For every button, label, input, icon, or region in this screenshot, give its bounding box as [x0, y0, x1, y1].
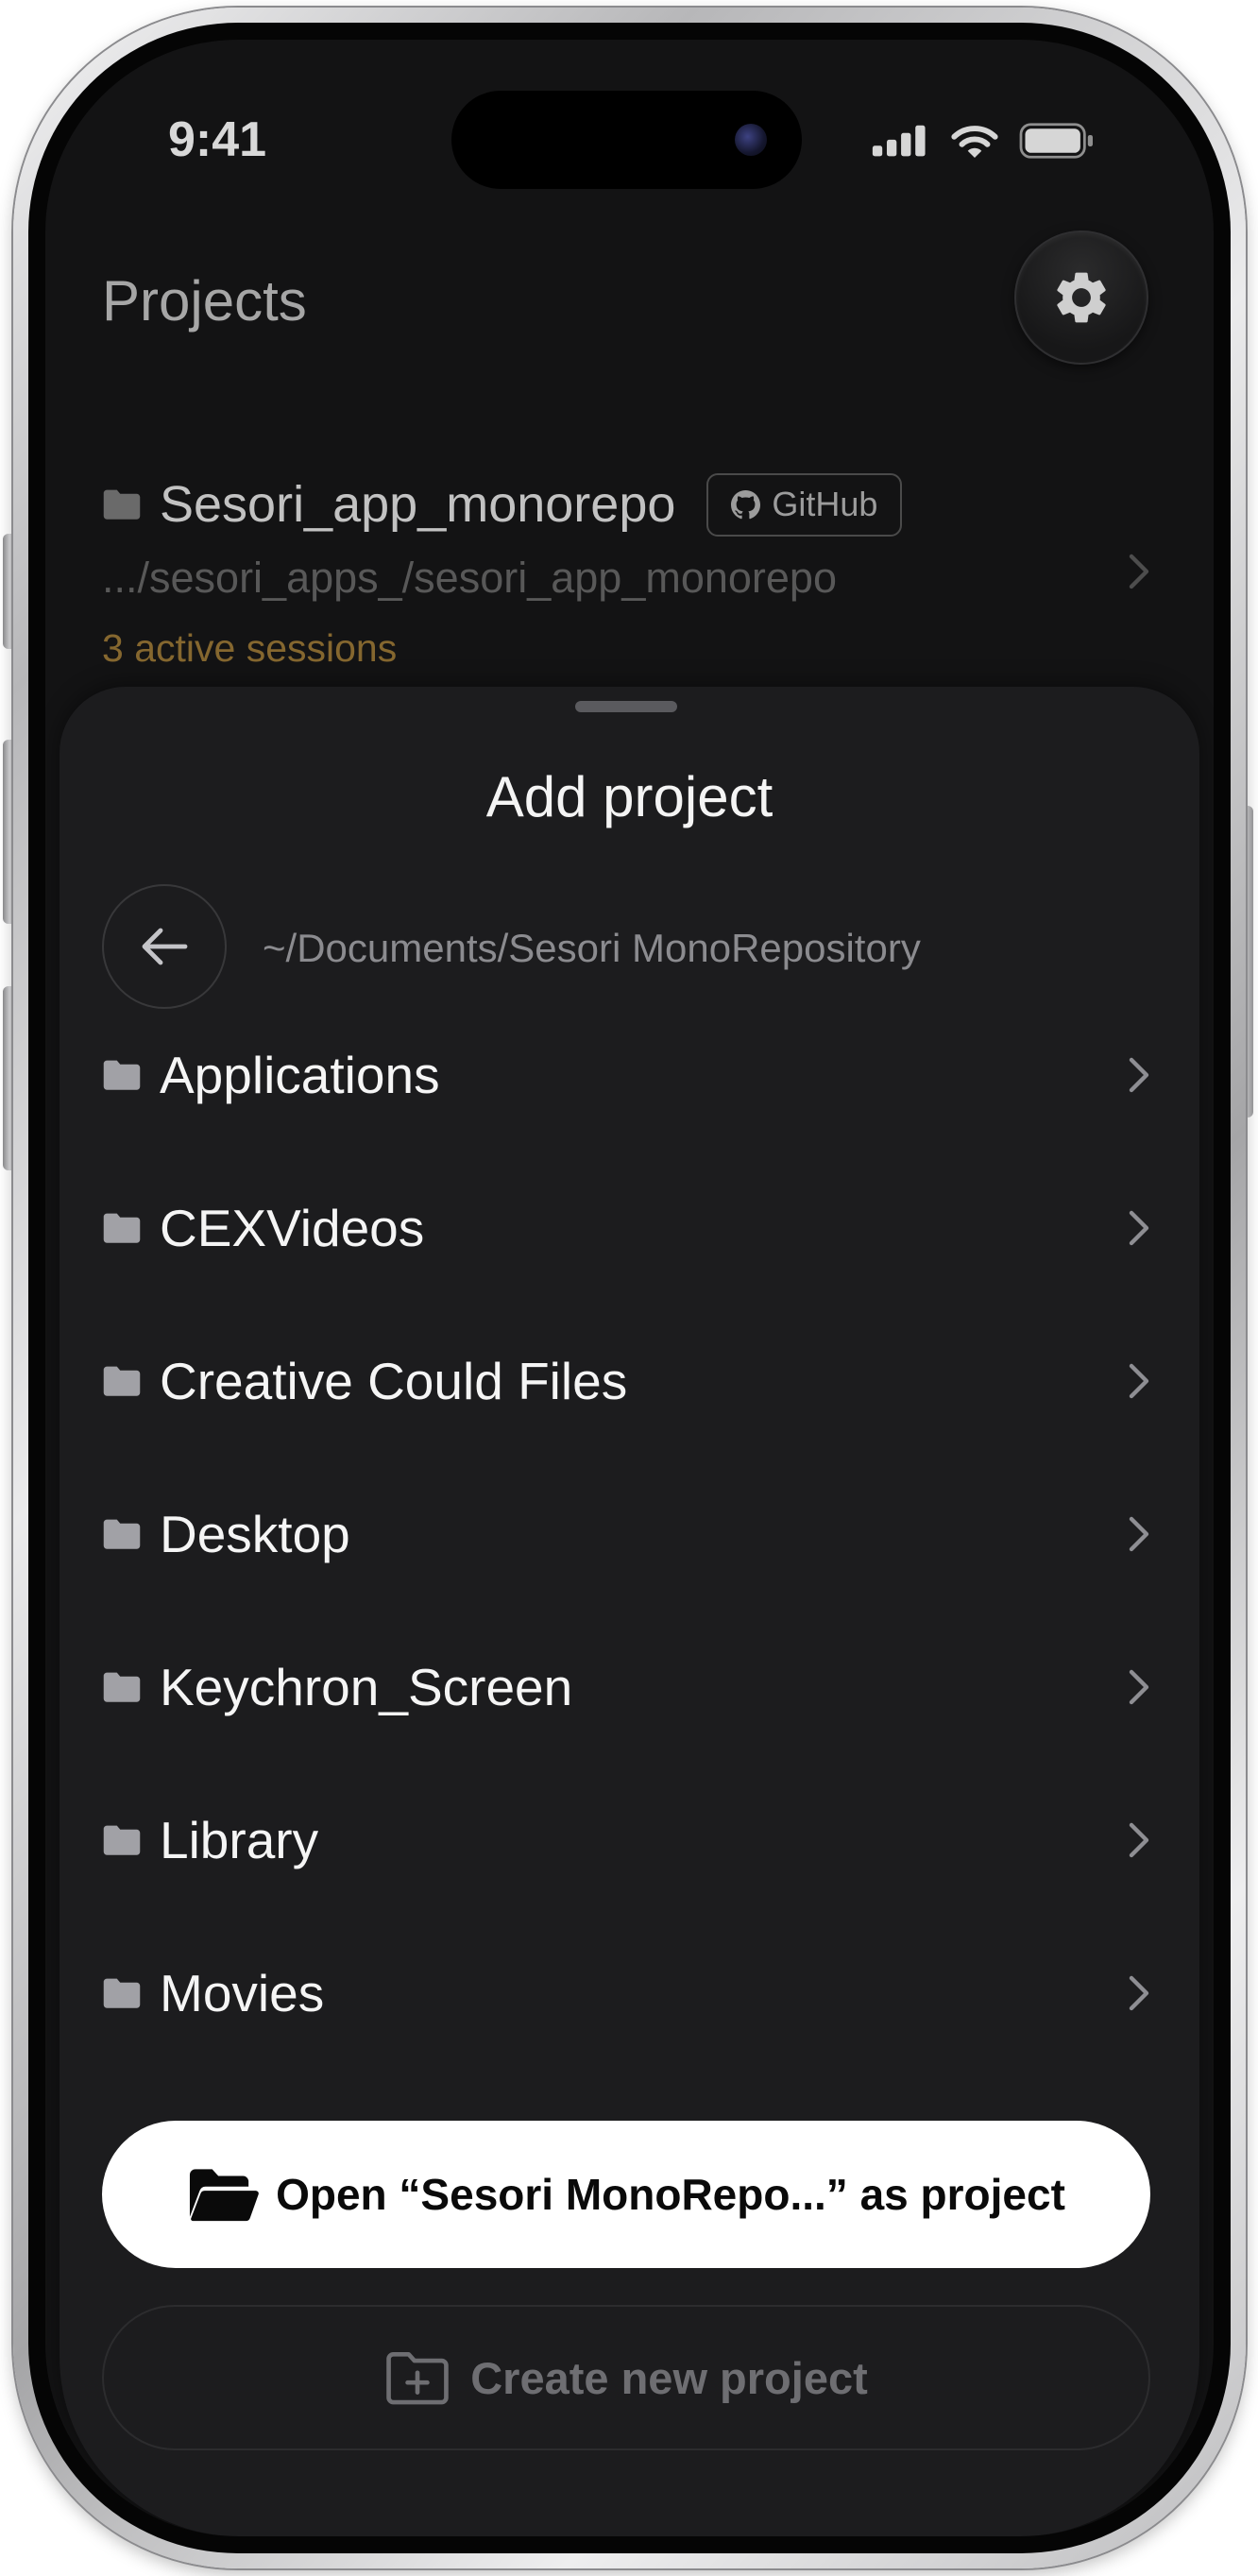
folder-name: CEXVideos	[160, 1199, 425, 1257]
active-sessions-count: 3 active sessions	[102, 626, 398, 670]
folder-icon	[103, 1519, 141, 1549]
list-item[interactable]: Applications	[60, 998, 1199, 1152]
chevron-right-icon[interactable]	[1128, 553, 1150, 590]
device-mockup: 9:41 Projects Sesori_app_monorepo GitHub…	[0, 0, 1258, 2576]
folder-plus-icon	[386, 2352, 450, 2405]
folder-icon	[103, 1060, 141, 1090]
sheet-grabber[interactable]	[575, 701, 677, 712]
create-new-project-button[interactable]: Create new project	[102, 2305, 1150, 2450]
screen: 9:41 Projects Sesori_app_monorepo GitHub…	[45, 40, 1214, 2536]
battery-icon	[1019, 123, 1093, 159]
page-title: Projects	[102, 269, 307, 333]
project-card-header[interactable]: Sesori_app_monorepo GitHub	[102, 472, 903, 537]
project-path: .../sesori_apps_/sesori_app_monorepo	[102, 554, 837, 602]
back-button[interactable]	[102, 884, 227, 1009]
folder-icon	[103, 1825, 141, 1855]
folder-name: Applications	[160, 1046, 440, 1104]
chevron-right-icon	[1129, 1822, 1149, 1858]
chevron-right-icon	[1129, 1210, 1149, 1246]
add-project-sheet: Add project ~/Documents/Sesori MonoRepos…	[60, 687, 1199, 2536]
folder-icon	[103, 1978, 141, 2008]
list-item[interactable]: Movies	[60, 1917, 1199, 2070]
folder-open-icon	[190, 2169, 259, 2222]
create-new-project-label: Create new project	[470, 2352, 868, 2403]
current-path: ~/Documents/Sesori MonoRepository	[263, 926, 921, 970]
dynamic-island	[451, 91, 802, 189]
folder-name: Keychron_Screen	[160, 1658, 573, 1716]
phone-bezel: 9:41 Projects Sesori_app_monorepo GitHub…	[28, 23, 1231, 2553]
open-as-project-label: Open “Sesori MonoRepo...” as project	[276, 2170, 1065, 2219]
list-item[interactable]: Desktop	[60, 1458, 1199, 1611]
wifi-icon	[951, 126, 998, 158]
camera-icon	[735, 124, 767, 156]
gear-icon	[1057, 272, 1106, 323]
settings-button[interactable]	[1014, 230, 1148, 365]
project-name: Sesori_app_monorepo	[160, 476, 676, 533]
github-icon	[731, 489, 761, 519]
folder-name: Movies	[160, 1964, 325, 2022]
folder-icon	[103, 1366, 141, 1396]
folder-icon	[103, 489, 141, 520]
folder-list: Applications CEXVideos Creative Could Fi…	[60, 998, 1199, 2070]
github-badge: GitHub	[706, 472, 903, 537]
folder-name: Desktop	[160, 1505, 350, 1563]
folder-icon	[103, 1213, 141, 1243]
sheet-title: Add project	[485, 765, 774, 828]
folder-icon	[103, 1672, 141, 1702]
folder-name: Library	[160, 1811, 319, 1869]
list-item[interactable]: Library	[60, 1764, 1199, 1917]
chevron-right-icon	[1129, 1363, 1149, 1399]
folder-name: Creative Could Files	[160, 1352, 628, 1410]
chevron-right-icon	[1129, 1975, 1149, 2011]
open-as-project-button[interactable]: Open “Sesori MonoRepo...” as project	[102, 2121, 1150, 2268]
status-time: 9:41	[167, 112, 267, 167]
chevron-right-icon	[1129, 1669, 1149, 1705]
list-item[interactable]: Keychron_Screen	[60, 1611, 1199, 1764]
arrow-left-icon	[142, 928, 188, 965]
chevron-right-icon	[1129, 1516, 1149, 1552]
list-item[interactable]: CEXVideos	[60, 1152, 1199, 1305]
chevron-right-icon	[1129, 1057, 1149, 1093]
phone-frame: 9:41 Projects Sesori_app_monorepo GitHub…	[13, 8, 1246, 2568]
github-badge-label: GitHub	[772, 485, 878, 523]
list-item[interactable]: Creative Could Files	[60, 1305, 1199, 1458]
signal-icon	[872, 125, 926, 157]
